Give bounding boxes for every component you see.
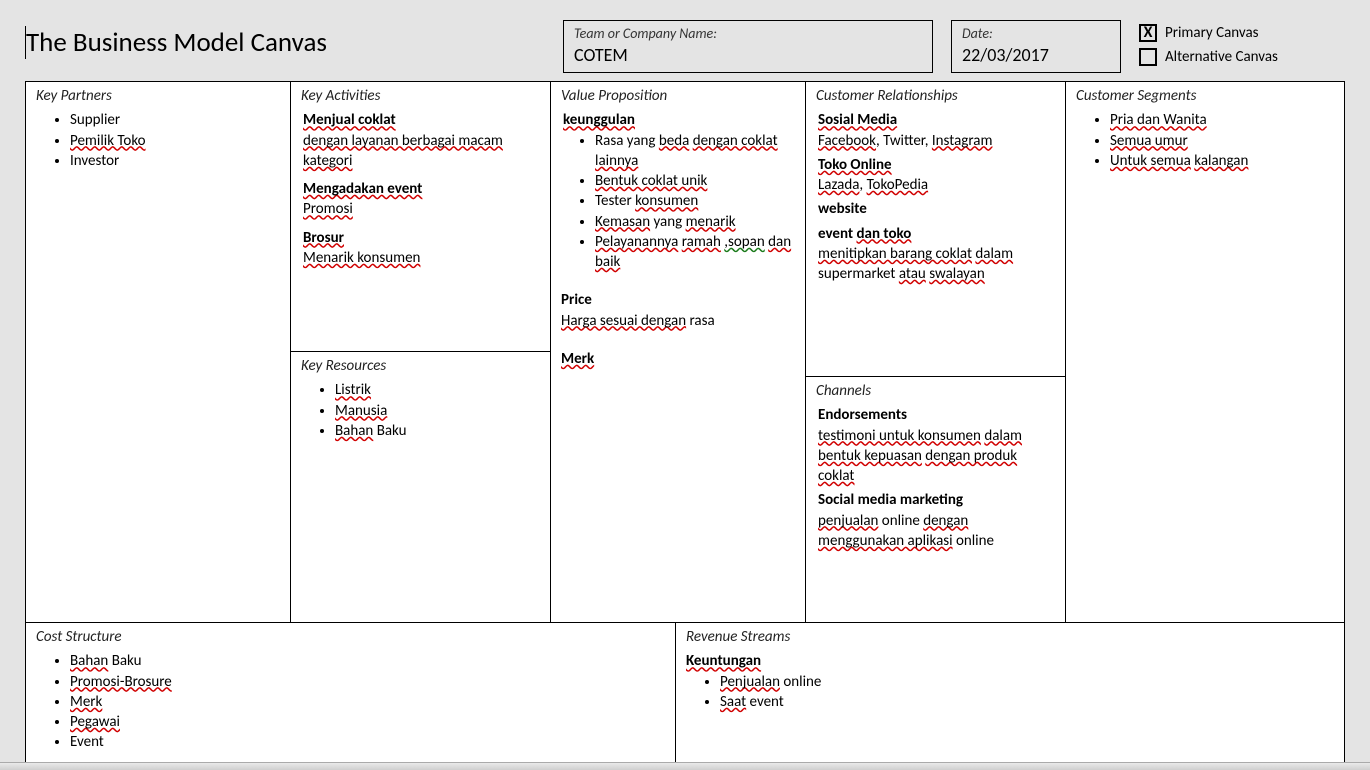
- key-partners-cell: Key Partners Supplier Pemilik Toko Inves…: [26, 82, 290, 185]
- vp-h3: Merk: [561, 350, 594, 368]
- key-activities-heading: Key Activities: [301, 86, 540, 106]
- date-label: Date:: [962, 25, 1110, 42]
- status-bar: [0, 762, 1370, 770]
- list-item: Merk: [70, 692, 665, 712]
- revenue-streams-heading: Revenue Streams: [686, 627, 1334, 647]
- alternative-canvas-label: Alternative Canvas: [1165, 48, 1278, 66]
- list-item: Untuk semua kalangan: [1110, 151, 1334, 171]
- canvas-type-selector: X Primary Canvas Alternative Canvas: [1139, 20, 1278, 72]
- customer-relationships-heading: Customer Relationships: [816, 86, 1055, 106]
- list-item: Pria dan Wanita: [1110, 110, 1334, 130]
- list-item: Saat event: [720, 692, 1334, 712]
- key-activities-cell: Key Activities Menjual coklat dengan lay…: [291, 82, 550, 352]
- ka-d1: dengan layanan berbagai macam kategori: [303, 132, 503, 170]
- ch-h2: Social media marketing: [818, 490, 1055, 510]
- key-resources-cell: Key Resources Listrik Manusia Bahan Baku: [291, 352, 550, 622]
- list-item: Listrik: [335, 380, 540, 400]
- list-item: Bahan Baku: [335, 421, 540, 441]
- date-value: 22/03/2017: [962, 42, 1110, 66]
- list-item: Bahan Baku: [70, 651, 665, 671]
- customer-segments-heading: Customer Segments: [1076, 86, 1334, 106]
- list-item: Manusia: [335, 401, 540, 421]
- list-item: Investor: [70, 151, 280, 171]
- revenue-streams-cell: Revenue Streams Keuntungan Penjualan onl…: [676, 623, 1344, 767]
- ka-h1: Menjual coklat: [303, 111, 396, 129]
- list-item: Pegawai: [70, 712, 665, 732]
- ka-h2: Mengadakan event: [303, 180, 422, 198]
- list-item: Penjualan online: [720, 672, 1334, 692]
- customer-segments-cell: Customer Segments Pria dan Wanita Semua …: [1066, 82, 1344, 185]
- cost-structure-heading: Cost Structure: [36, 627, 665, 647]
- ka-h3: Brosur: [303, 229, 344, 247]
- cr-h1: Sosial Media: [818, 111, 897, 129]
- list-item: Pemilik Toko: [70, 131, 280, 151]
- list-item: Rasa yang beda dengan coklat lainnya: [595, 131, 795, 172]
- primary-canvas-checkbox[interactable]: X: [1139, 24, 1157, 42]
- header-row: The Business Model Canvas Team or Compan…: [25, 20, 1345, 73]
- alternative-canvas-checkbox[interactable]: [1139, 48, 1157, 66]
- list-item: Supplier: [70, 110, 280, 130]
- list-item: Bentuk coklat unik: [595, 171, 795, 191]
- list-item: Semua umur: [1110, 131, 1334, 151]
- rs-h1: Keuntungan: [686, 652, 761, 670]
- vp-h1: keunggulan: [563, 111, 635, 129]
- ka-d3: Menarik konsumen: [303, 249, 420, 267]
- vp-h2: Price: [561, 290, 795, 310]
- cr-h2: Toko Online: [818, 156, 892, 174]
- ch-h1: Endorsements: [818, 405, 1055, 425]
- value-proposition-cell: Value Proposition keunggulan Rasa yang b…: [551, 82, 805, 385]
- cr-h3: website: [818, 199, 1055, 219]
- channels-heading: Channels: [816, 381, 1055, 401]
- key-resources-heading: Key Resources: [301, 356, 540, 376]
- ka-d2: Promosi: [303, 200, 353, 218]
- customer-relationships-cell: Customer Relationships Sosial Media Face…: [806, 82, 1065, 377]
- business-model-canvas: Key Partners Supplier Pemilik Toko Inves…: [25, 81, 1345, 768]
- primary-canvas-label: Primary Canvas: [1165, 24, 1259, 42]
- title-text: The Business Model Canvas: [26, 26, 327, 59]
- key-partners-heading: Key Partners: [36, 86, 280, 106]
- page-title: The Business Model Canvas: [25, 20, 545, 59]
- date-box: Date: 22/03/2017: [951, 20, 1121, 73]
- value-proposition-heading: Value Proposition: [561, 86, 795, 106]
- cost-structure-cell: Cost Structure Bahan Baku Promosi-Brosur…: [26, 623, 676, 767]
- team-name-label: Team or Company Name:: [574, 25, 922, 42]
- team-name-box: Team or Company Name: COTEM: [563, 20, 933, 73]
- list-item: Kemasan yang menarik: [595, 212, 795, 232]
- channels-cell: Channels Endorsements testimoni untuk ko…: [806, 377, 1065, 622]
- list-item: Event: [70, 732, 665, 752]
- list-item: Promosi-Brosure: [70, 672, 665, 692]
- list-item: Tester konsumen: [595, 191, 795, 211]
- team-name-value: COTEM: [574, 42, 922, 66]
- list-item: Pelayanannya ramah ,sopan dan baik: [595, 232, 795, 273]
